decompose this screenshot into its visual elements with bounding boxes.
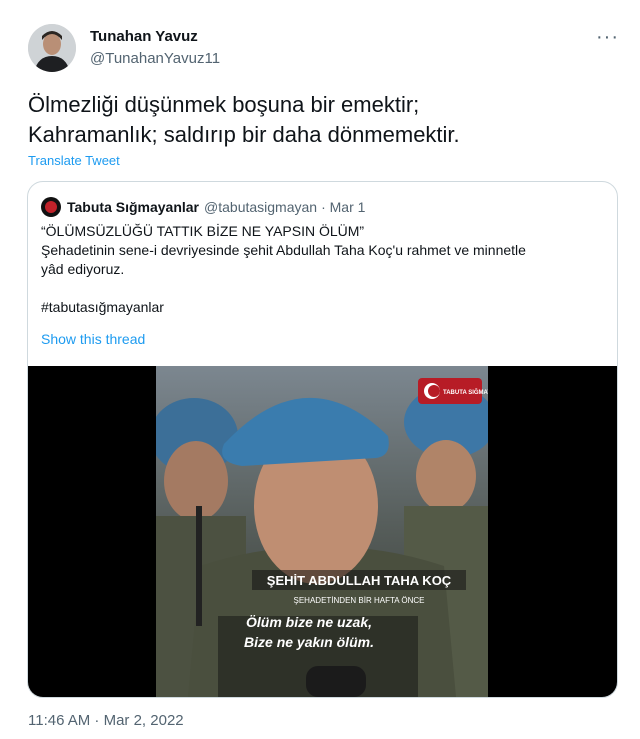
hashtag[interactable]: #tabutasığmayanlar <box>41 298 601 317</box>
show-thread-link[interactable]: Show this thread <box>41 331 145 347</box>
quoted-tweet-header: Tabuta Sığmayanlar @tabutasigmayan · Mar… <box>41 196 365 218</box>
quoted-handle: @tabutasigmayan <box>204 199 318 215</box>
quoted-tweet-card[interactable]: Tabuta Sığmayanlar @tabutasigmayan · Mar… <box>27 181 618 698</box>
quoted-date: · Mar 1 <box>321 199 366 215</box>
avatar[interactable] <box>28 24 76 72</box>
quoted-line: “ÖLÜMSÜZLÜĞÜ TATTIK BİZE NE YAPSIN ÖLÜM” <box>41 223 365 239</box>
profile-photo-icon <box>28 24 76 72</box>
translate-tweet-link[interactable]: Translate Tweet <box>28 153 120 168</box>
quoted-tweet-text: “ÖLÜMSÜZLÜĞÜ TATTIK BİZE NE YAPSIN ÖLÜM”… <box>41 222 601 317</box>
tweet-text-line: Ölmezliği düşünmek boşuna bir emektir; <box>28 92 420 117</box>
quoted-avatar <box>41 197 61 217</box>
user-handle[interactable]: @TunahanYavuz11 <box>90 50 220 67</box>
video-sub-caption: ŞEHADETİNDEN BİR HAFTA ÖNCE <box>294 596 425 605</box>
video-frame: TABUTA SIĞMAYANLAR ŞEHİT ABDULLAH TAHA K… <box>156 366 488 697</box>
quoted-line: yâd ediyoruz. <box>41 261 125 277</box>
quoted-line: Şehadetinin sene-i devriyesinde şehit Ab… <box>41 242 526 258</box>
tweet-text: Ölmezliği düşünmek boşuna bir emektir; K… <box>28 90 618 150</box>
video-subtitle-line: Ölüm bize ne uzak, <box>246 614 372 630</box>
video-subtitle-line: Bize ne yakın ölüm. <box>244 634 374 650</box>
video-still-image: TABUTA SIĞMAYANLAR ŞEHİT ABDULLAH TAHA K… <box>156 366 488 697</box>
video-player[interactable]: TABUTA SIĞMAYANLAR ŞEHİT ABDULLAH TAHA K… <box>28 366 617 697</box>
more-dots-icon[interactable]: ··· <box>596 26 619 49</box>
video-logo-text: TABUTA SIĞMAYANLAR <box>443 388 488 396</box>
video-name-caption: ŞEHİT ABDULLAH TAHA KOÇ <box>267 573 452 588</box>
tweet-timestamp[interactable]: 11:46 AM · Mar 2, 2022 <box>28 712 184 729</box>
quoted-display-name: Tabuta Sığmayanlar <box>67 199 200 215</box>
tweet-text-line: Kahramanlık; saldırıp bir daha dönmemekt… <box>28 122 460 147</box>
user-display-name[interactable]: Tunahan Yavuz <box>90 28 198 45</box>
